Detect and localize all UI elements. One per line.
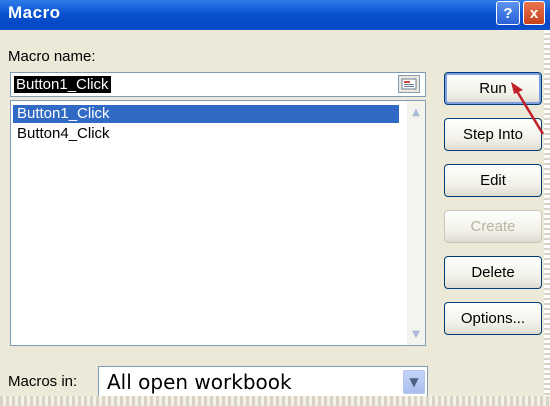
delete-button[interactable]: Delete (444, 256, 542, 289)
close-button[interactable]: x (523, 1, 545, 25)
macro-name-input[interactable]: Button1_Click (10, 72, 426, 97)
list-item-label: Button1_Click (17, 105, 110, 122)
macro-list[interactable]: Button1_Click Button4_Click ▲ ▼ (10, 100, 426, 346)
list-scrollbar[interactable]: ▲ ▼ (407, 101, 425, 345)
scroll-up-icon[interactable]: ▲ (409, 105, 423, 119)
create-button[interactable]: Create (444, 210, 542, 243)
help-icon: ? (503, 4, 513, 22)
window-title: Macro (8, 3, 61, 22)
close-icon: x (529, 4, 539, 22)
macros-in-label: Macros in: (8, 373, 78, 390)
list-item-label: Button4_Click (17, 125, 110, 142)
list-item[interactable]: Button4_Click (13, 125, 399, 143)
collapse-dialog-button[interactable] (398, 75, 420, 93)
scroll-down-icon[interactable]: ▼ (409, 327, 423, 341)
list-item[interactable]: Button1_Click (13, 105, 399, 123)
macro-name-label: Macro name: (8, 48, 96, 65)
macros-in-select[interactable]: All open workbook ▼ (98, 366, 428, 398)
collapse-dialog-icon (401, 78, 417, 90)
edit-button-label: Edit (480, 172, 506, 189)
macros-in-value: All open workbook (107, 370, 292, 394)
title-bar: Macro ? x (0, 0, 550, 30)
options-button-label: Options... (460, 310, 526, 327)
torn-edge-right (544, 30, 550, 406)
create-button-label: Create (470, 218, 516, 235)
edit-button[interactable]: Edit (444, 164, 542, 197)
chevron-down-icon[interactable]: ▼ (403, 370, 425, 394)
help-button[interactable]: ? (496, 1, 520, 25)
torn-edge-bottom (0, 396, 550, 406)
delete-button-label: Delete (471, 264, 515, 281)
run-button-label: Run (479, 80, 507, 97)
red-arrow-icon (511, 82, 545, 135)
options-button[interactable]: Options... (444, 302, 542, 335)
macro-name-value: Button1_Click (14, 76, 111, 93)
